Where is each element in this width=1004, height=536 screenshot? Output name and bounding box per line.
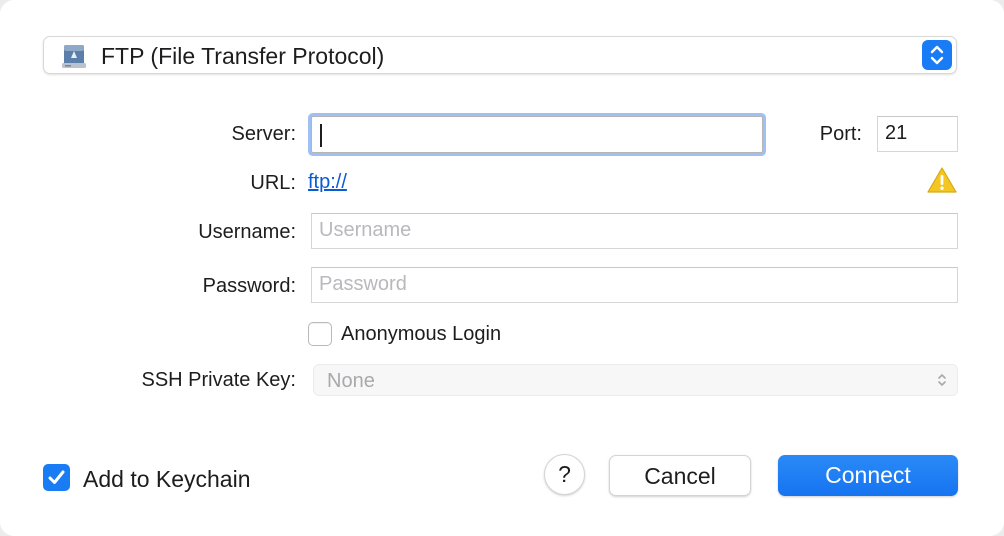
warning-icon [927, 167, 957, 193]
url-link[interactable]: ftp:// [308, 170, 347, 194]
port-input[interactable]: 21 [877, 116, 958, 152]
ssh-key-select[interactable]: None [313, 364, 958, 396]
ftp-server-drive-icon [62, 45, 86, 68]
username-input[interactable]: Username [311, 213, 958, 249]
connect-button[interactable]: Connect [778, 455, 958, 496]
chevron-up-down-icon [938, 374, 946, 386]
text-caret [320, 124, 322, 147]
port-value: 21 [885, 122, 908, 144]
server-label: Server: [231, 123, 296, 145]
help-button[interactable]: ? [544, 454, 585, 495]
protocol-stepper-button[interactable] [922, 40, 952, 70]
password-input[interactable]: Password [311, 267, 958, 303]
anonymous-login-checkbox[interactable] [308, 322, 332, 346]
url-label: URL: [250, 172, 296, 194]
username-placeholder: Username [319, 219, 412, 241]
protocol-select[interactable]: FTP (File Transfer Protocol) [43, 36, 957, 74]
add-to-keychain-checkbox[interactable] [43, 464, 70, 491]
chevron-up-down-icon [930, 45, 944, 65]
password-placeholder: Password [319, 273, 407, 295]
ssh-key-label: SSH Private Key: [141, 369, 296, 391]
protocol-label: FTP (File Transfer Protocol) [101, 43, 385, 69]
checkmark-icon [48, 470, 65, 484]
server-input[interactable] [311, 116, 763, 153]
add-to-keychain-label[interactable]: Add to Keychain [83, 466, 251, 492]
password-label: Password: [202, 275, 296, 297]
connection-dialog: FTP (File Transfer Protocol) Server: Por… [0, 0, 1004, 536]
port-label: Port: [819, 123, 862, 145]
ssh-key-value: None [327, 370, 375, 392]
anonymous-login-label[interactable]: Anonymous Login [341, 322, 501, 346]
cancel-button[interactable]: Cancel [609, 455, 751, 496]
username-label: Username: [198, 221, 296, 243]
